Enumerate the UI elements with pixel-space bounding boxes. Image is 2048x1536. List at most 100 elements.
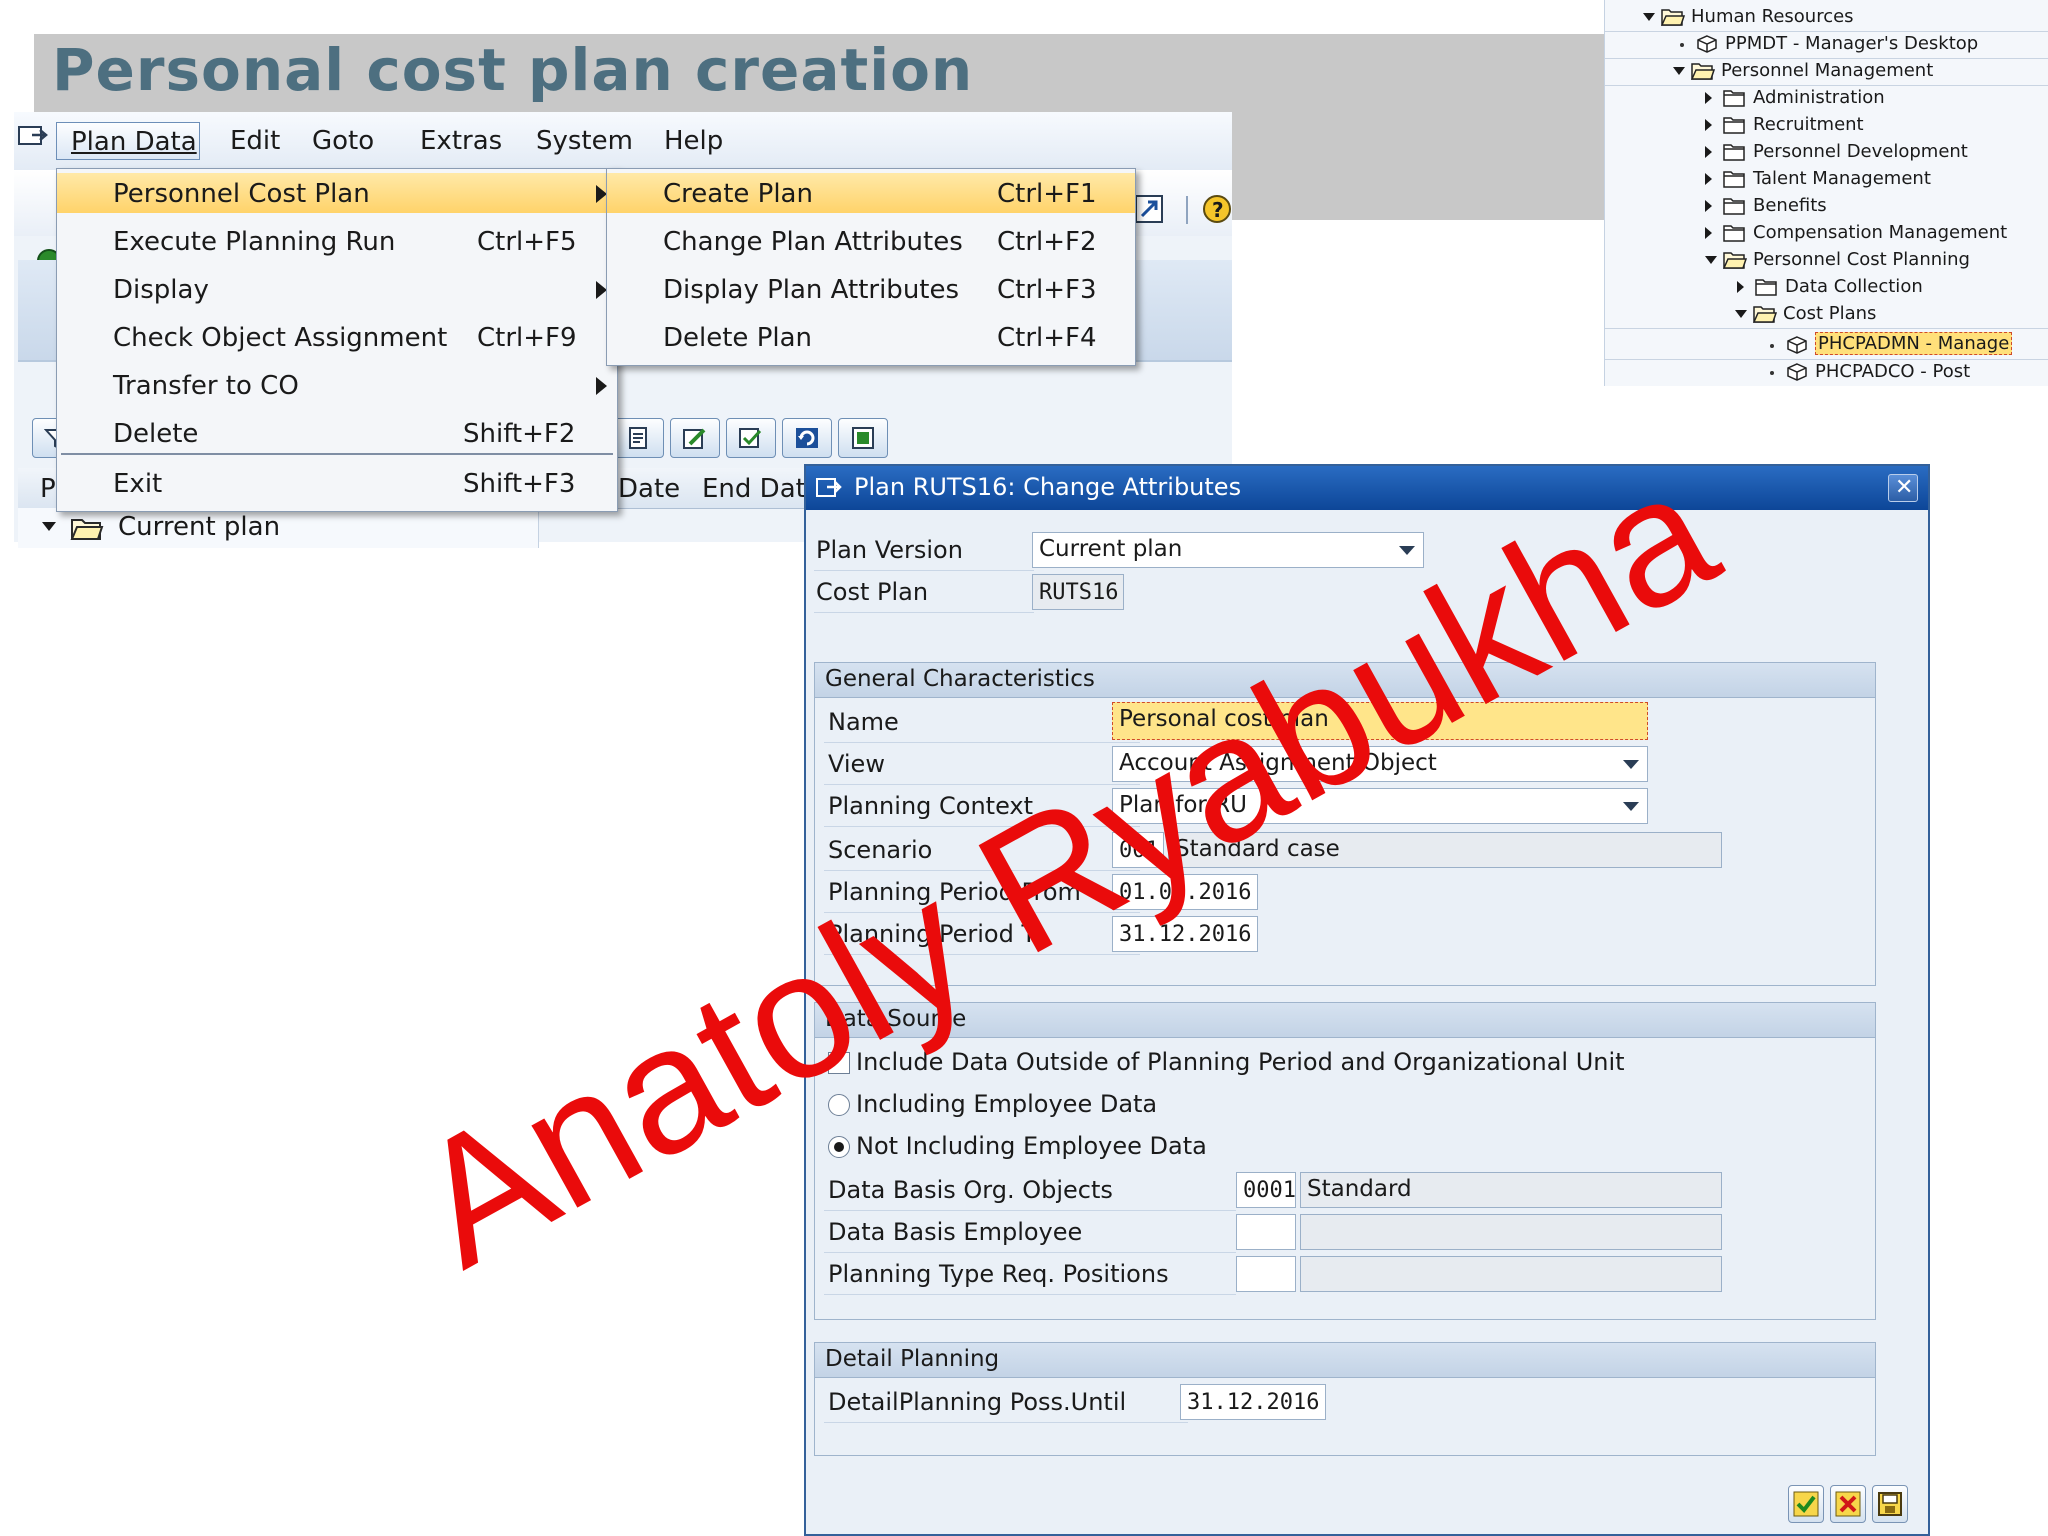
period-from-label: Planning Period From bbox=[828, 878, 1081, 906]
cost-plan-value: RUTS16 bbox=[1039, 580, 1119, 605]
collapse-toggle-icon[interactable] bbox=[1705, 256, 1717, 264]
expand-toggle-icon[interactable] bbox=[42, 522, 56, 531]
planning-context-select[interactable]: Plan for RU bbox=[1112, 788, 1648, 824]
menu-item-personnel-cost-plan[interactable]: Personnel Cost Plan bbox=[57, 173, 617, 213]
confirm-button[interactable] bbox=[1788, 1485, 1824, 1523]
svg-text:?: ? bbox=[1212, 198, 1224, 222]
collapse-toggle-icon[interactable] bbox=[1673, 67, 1685, 75]
tree-root-row[interactable]: Current plan bbox=[18, 508, 539, 548]
cancel-button[interactable] bbox=[1830, 1485, 1866, 1523]
collapse-toggle-icon[interactable] bbox=[1735, 310, 1747, 318]
plan-data-menu: Personnel Cost Plan Execute Planning Run… bbox=[56, 168, 618, 512]
open-folder-icon bbox=[1723, 252, 1747, 269]
menu-item-create-plan[interactable]: Create Plan Ctrl+F1 bbox=[607, 173, 1135, 213]
planning-context-label: Planning Context bbox=[828, 792, 1034, 820]
menu-item-label: Change Plan Attributes bbox=[663, 227, 963, 257]
tree-row-divider bbox=[1605, 328, 2048, 329]
checkmark-icon bbox=[1793, 1491, 1819, 1517]
detail-planning-until-input[interactable]: 31.12.2016 bbox=[1180, 1384, 1326, 1420]
menu-item-shortcut: Shift+F2 bbox=[463, 419, 576, 449]
tree-node-label: Human Resources bbox=[1691, 6, 1854, 27]
data-basis-employee-input[interactable] bbox=[1236, 1214, 1296, 1250]
tree-node-label: Benefits bbox=[1753, 195, 1827, 216]
menu-item-delete-plan[interactable]: Delete Plan Ctrl+F4 bbox=[607, 317, 1135, 357]
menu-item-display[interactable]: Display bbox=[57, 269, 617, 309]
expand-toggle-icon[interactable] bbox=[1705, 227, 1712, 239]
folder-icon bbox=[1723, 117, 1745, 134]
column-header-date[interactable]: Date bbox=[618, 474, 680, 504]
edit-button[interactable] bbox=[670, 418, 720, 458]
org-objects-code-input[interactable]: 0001 bbox=[1236, 1172, 1296, 1208]
menu-item-display-plan-attributes[interactable]: Display Plan Attributes Ctrl+F3 bbox=[607, 269, 1135, 309]
name-input[interactable]: Personal cost plan bbox=[1112, 702, 1648, 740]
period-to-input[interactable]: 31.12.2016 bbox=[1112, 916, 1258, 952]
menu-edit[interactable]: Edit bbox=[230, 126, 280, 156]
plan-version-value: Current plan bbox=[1039, 536, 1183, 562]
folder-icon bbox=[1755, 279, 1777, 296]
menu-item-exit[interactable]: Exit Shift+F3 bbox=[57, 463, 617, 503]
planning-type-label: Planning Type Req. Positions bbox=[828, 1260, 1169, 1288]
expand-toggle-icon[interactable] bbox=[1705, 119, 1712, 131]
menu-item-delete[interactable]: Delete Shift+F2 bbox=[57, 413, 617, 453]
list-button[interactable] bbox=[614, 418, 664, 458]
dropdown-arrow-icon[interactable] bbox=[1623, 802, 1639, 811]
cost-plan-submenu: Create Plan Ctrl+F1 Change Plan Attribute… bbox=[606, 168, 1136, 366]
open-folder-icon bbox=[1753, 306, 1777, 323]
menu-plan-data-label: Plan Data bbox=[71, 127, 197, 157]
check-button[interactable] bbox=[726, 418, 776, 458]
field-underline bbox=[824, 870, 1140, 871]
planning-type-text-field bbox=[1300, 1256, 1722, 1292]
column-header-p[interactable]: P bbox=[40, 474, 56, 504]
planning-type-input[interactable] bbox=[1236, 1256, 1296, 1292]
menu-item-execute-planning-run[interactable]: Execute Planning Run Ctrl+F5 bbox=[57, 221, 617, 261]
toolbar-separator bbox=[1186, 196, 1188, 224]
leaf-bullet-icon bbox=[1770, 371, 1774, 375]
transaction-cube-icon bbox=[1787, 363, 1807, 381]
menu-item-shortcut: Shift+F3 bbox=[463, 469, 576, 499]
menu-item-change-plan-attributes[interactable]: Change Plan Attributes Ctrl+F2 bbox=[607, 221, 1135, 261]
help-icon[interactable]: ? bbox=[1202, 192, 1232, 226]
expand-toggle-icon[interactable] bbox=[1705, 146, 1712, 158]
scenario-code-input[interactable]: 001 bbox=[1112, 832, 1164, 868]
menu-help[interactable]: Help bbox=[664, 126, 723, 156]
menu-item-label: Delete bbox=[113, 419, 199, 449]
menu-system[interactable]: System bbox=[536, 126, 633, 156]
dropdown-arrow-icon[interactable] bbox=[1623, 760, 1639, 769]
tree-node-label: Personnel Development bbox=[1753, 141, 1968, 162]
expand-toggle-icon[interactable] bbox=[1705, 92, 1712, 104]
menu-extras[interactable]: Extras bbox=[420, 126, 502, 156]
refresh-button[interactable] bbox=[782, 418, 832, 458]
org-objects-label: Data Basis Org. Objects bbox=[828, 1176, 1113, 1204]
menu-item-transfer-to-co[interactable]: Transfer to CO bbox=[57, 365, 617, 405]
menu-item-label: Display bbox=[113, 275, 209, 305]
layout-icon[interactable] bbox=[1134, 192, 1166, 226]
dialog-close-button[interactable]: ✕ bbox=[1888, 474, 1918, 502]
not-including-employee-radio[interactable] bbox=[828, 1136, 850, 1158]
window-menu-icon[interactable] bbox=[816, 476, 842, 500]
field-underline bbox=[824, 912, 1140, 913]
period-from-input[interactable]: 01.01.2016 bbox=[1112, 874, 1258, 910]
view-select[interactable]: Account Assignment Object bbox=[1112, 746, 1648, 782]
save-disk-icon bbox=[1878, 1492, 1902, 1516]
tree-node-label: Talent Management bbox=[1753, 168, 1931, 189]
save-button[interactable] bbox=[1872, 1485, 1908, 1523]
expand-toggle-icon[interactable] bbox=[1705, 200, 1712, 212]
expand-toggle-icon[interactable] bbox=[1705, 173, 1712, 185]
system-menu-icon[interactable] bbox=[18, 124, 48, 148]
menu-item-check-object-assignment[interactable]: Check Object Assignment Ctrl+F9 bbox=[57, 317, 617, 357]
plan-version-select[interactable]: Current plan bbox=[1032, 532, 1424, 568]
tree-node-label: Personnel Management bbox=[1721, 60, 1934, 81]
expand-toggle-icon[interactable] bbox=[1737, 281, 1744, 293]
collapse-toggle-icon[interactable] bbox=[1643, 13, 1655, 21]
include-outside-checkbox[interactable] bbox=[828, 1052, 850, 1074]
dropdown-arrow-icon[interactable] bbox=[1399, 546, 1415, 555]
change-attributes-dialog: Plan RUTS16: Change Attributes ✕ Plan Ve… bbox=[804, 464, 1930, 1536]
field-underline bbox=[814, 612, 1034, 613]
export-button[interactable] bbox=[838, 418, 888, 458]
tree-row-divider bbox=[1605, 85, 2048, 86]
including-employee-radio[interactable] bbox=[828, 1094, 850, 1116]
menu-item-shortcut: Ctrl+F2 bbox=[997, 227, 1097, 257]
detail-planning-until-label: DetailPlanning Poss.Until bbox=[828, 1388, 1127, 1416]
menu-plan-data[interactable]: Plan Data bbox=[56, 122, 200, 160]
menu-goto[interactable]: Goto bbox=[312, 126, 374, 156]
